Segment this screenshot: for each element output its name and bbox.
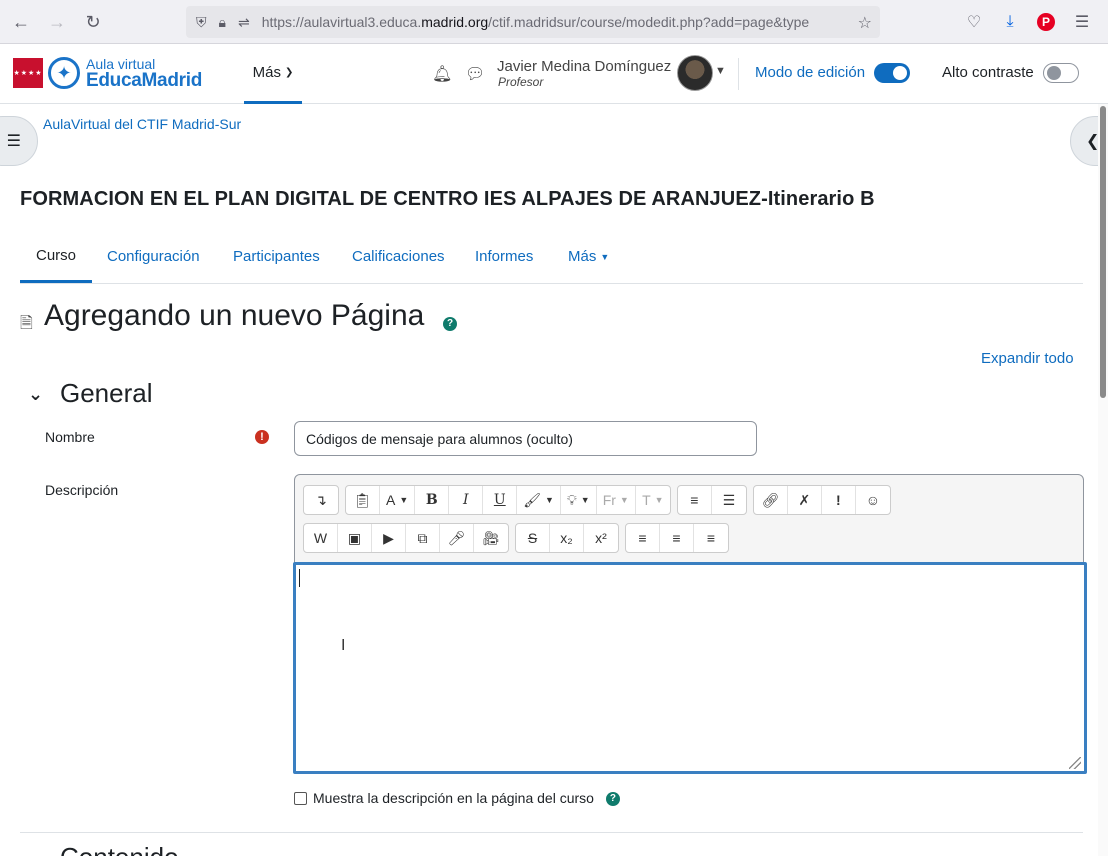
course-navigation: Curso Configuración Participantes Califi… — [20, 230, 1083, 284]
chevron-down-icon: ❯ — [284, 67, 294, 78]
tab-configuracion[interactable]: Configuración — [107, 230, 200, 283]
edit-mode-toggle[interactable] — [874, 63, 910, 83]
bookmark-star-icon[interactable]: ☆ — [858, 13, 872, 33]
expand-all-link[interactable]: Expandir todo — [981, 350, 1074, 367]
toolbar-toggle-icon[interactable]: ↴ — [304, 486, 338, 514]
course-title: FORMACION EN EL PLAN DIGITAL DE CENTRO I… — [20, 188, 875, 210]
back-icon[interactable]: ← — [3, 6, 39, 38]
link-icon[interactable]: 🔗︎ — [754, 486, 788, 514]
help-icon[interactable]: ? — [605, 790, 620, 807]
strikethrough-icon[interactable]: S — [516, 524, 550, 552]
reload-icon[interactable]: ↻ — [75, 6, 111, 38]
subscript-icon[interactable]: x₂ — [550, 524, 584, 552]
ibeam-cursor-icon: I — [341, 637, 346, 654]
image-icon[interactable]: ▣ — [338, 524, 372, 552]
paste-icon[interactable]: 📋︎ — [346, 486, 380, 514]
section-general-title[interactable]: General — [60, 378, 153, 409]
header-divider — [738, 58, 739, 90]
emoji-icon[interactable]: ☺ — [856, 486, 890, 514]
resize-handle-icon[interactable] — [1069, 757, 1081, 769]
page-heading: Agregando un nuevo Página — [44, 299, 425, 332]
edit-mode-label: Modo de edición — [755, 64, 866, 81]
url-bar[interactable]: ⛨ 🔒︎ ⇌ https://aulavirtual3.educa.madrid… — [186, 6, 880, 38]
page-resource-icon: 🗎︎ — [20, 315, 33, 332]
user-role: Profesor — [498, 75, 544, 89]
name-input[interactable] — [294, 421, 757, 456]
logo-title[interactable]: EducaMadrid — [86, 70, 202, 92]
browser-toolbar: ← → ↻ ⛨ 🔒︎ ⇌ https://aulavirtual3.educa.… — [0, 0, 1108, 44]
bold-icon[interactable]: B — [415, 486, 450, 514]
brush-color-icon[interactable]: 🖌︎ ▼ — [517, 486, 561, 514]
show-description-checkbox[interactable] — [294, 791, 307, 805]
educamadrid-logo-icon[interactable]: ✦ — [48, 57, 80, 89]
italic-icon[interactable]: I — [449, 486, 484, 514]
lock-icon[interactable]: 🔒︎ — [219, 14, 226, 31]
font-family-icon[interactable]: Fr ▼ — [597, 486, 636, 514]
user-name[interactable]: Javier Medina Domínguez — [497, 58, 671, 75]
chevron-down-icon: ▼ — [600, 251, 610, 262]
site-header: ★★★★ ✦ Aula virtual EducaMadrid Más ❯ 🔔︎ … — [0, 44, 1108, 104]
tab-informes[interactable]: Informes — [475, 230, 533, 283]
text-cursor — [299, 569, 300, 587]
forward-icon[interactable]: → — [39, 6, 75, 38]
show-description-label[interactable]: Muestra la descripción en la página del … — [313, 790, 594, 806]
course-index-drawer-button[interactable]: ☰ — [0, 116, 38, 166]
description-label: Descripción — [45, 482, 119, 498]
notifications-bell-icon[interactable]: 🔔︎ — [432, 64, 452, 84]
unordered-list-icon[interactable]: ≡ — [678, 486, 712, 514]
pocket-icon[interactable]: ♡ — [958, 6, 990, 38]
menu-icon[interactable]: ☰ — [1066, 6, 1098, 38]
section-divider — [20, 832, 1083, 833]
media-icon[interactable]: ▶ — [372, 524, 406, 552]
record-audio-icon[interactable]: 🎤︎ — [440, 524, 474, 552]
high-contrast-toggle[interactable] — [1043, 63, 1079, 83]
tab-participantes[interactable]: Participantes — [233, 230, 320, 283]
highlight-bulb-icon[interactable]: 💡︎ ▼ — [561, 486, 597, 514]
section-contenido-title[interactable]: Contenido — [60, 844, 179, 856]
required-icon: ! — [255, 430, 269, 444]
permissions-icon[interactable]: ⇌ — [238, 14, 250, 31]
ordered-list-icon[interactable]: ☰ — [712, 486, 746, 514]
help-icon[interactable]: ? — [443, 315, 457, 333]
superscript-icon[interactable]: x² — [584, 524, 618, 552]
tab-calificaciones[interactable]: Calificaciones — [352, 230, 445, 283]
messages-icon[interactable]: 💬︎ — [465, 64, 485, 84]
word-paste-icon[interactable]: W — [304, 524, 338, 552]
user-avatar[interactable] — [677, 55, 713, 91]
tab-mas-label: Más — [568, 248, 597, 265]
high-contrast-label: Alto contraste — [942, 64, 1034, 81]
align-left-icon[interactable]: ≡ — [626, 524, 660, 552]
underline-icon[interactable]: U — [483, 486, 518, 514]
tab-mas[interactable]: Más ▼ — [568, 230, 609, 283]
user-menu-chevron-icon[interactable]: ▼ — [715, 65, 726, 77]
tab-curso[interactable]: Curso — [20, 230, 93, 283]
pinterest-icon[interactable]: P — [1030, 6, 1062, 38]
header-more-menu[interactable]: Más ❯ — [244, 44, 302, 104]
align-center-icon[interactable]: ≡ — [660, 524, 694, 552]
description-editor: ↴ 📋︎ A ▼ B I U 🖌︎ ▼ 💡︎ ▼ Fr ▼ T ▼ ≡ ☰ 🔗︎ ✗ ! … — [293, 474, 1087, 774]
manage-files-icon[interactable]: ⧉ — [406, 524, 440, 552]
font-size-icon[interactable]: T ▼ — [636, 486, 670, 514]
name-label: Nombre — [45, 429, 95, 445]
collapse-chevron-icon[interactable]: ⌄ — [28, 384, 43, 405]
align-right-icon[interactable]: ≡ — [694, 524, 728, 552]
shield-icon[interactable]: ⛨ — [196, 14, 207, 31]
url-text[interactable]: https://aulavirtual3.educa.madrid.org/ct… — [262, 14, 880, 30]
show-description-row: Muestra la descripción en la página del … — [294, 790, 620, 807]
description-editable-area[interactable] — [293, 562, 1087, 774]
breadcrumb[interactable]: AulaVirtual del CTIF Madrid-Sur — [43, 116, 241, 132]
list-icon: ☰ — [6, 133, 21, 150]
accessibility-check-icon[interactable]: ! — [822, 486, 856, 514]
header-more-label: Más — [252, 64, 281, 81]
font-style-icon[interactable]: A ▼ — [380, 486, 416, 514]
unlink-icon[interactable]: ✗ — [788, 486, 822, 514]
page-scrollbar-thumb[interactable] — [1100, 106, 1106, 398]
record-video-icon[interactable]: 🎥︎ — [474, 524, 508, 552]
comunidad-madrid-flag-icon: ★★★★ — [13, 58, 43, 88]
download-icon[interactable]: ⤓ — [994, 6, 1026, 38]
